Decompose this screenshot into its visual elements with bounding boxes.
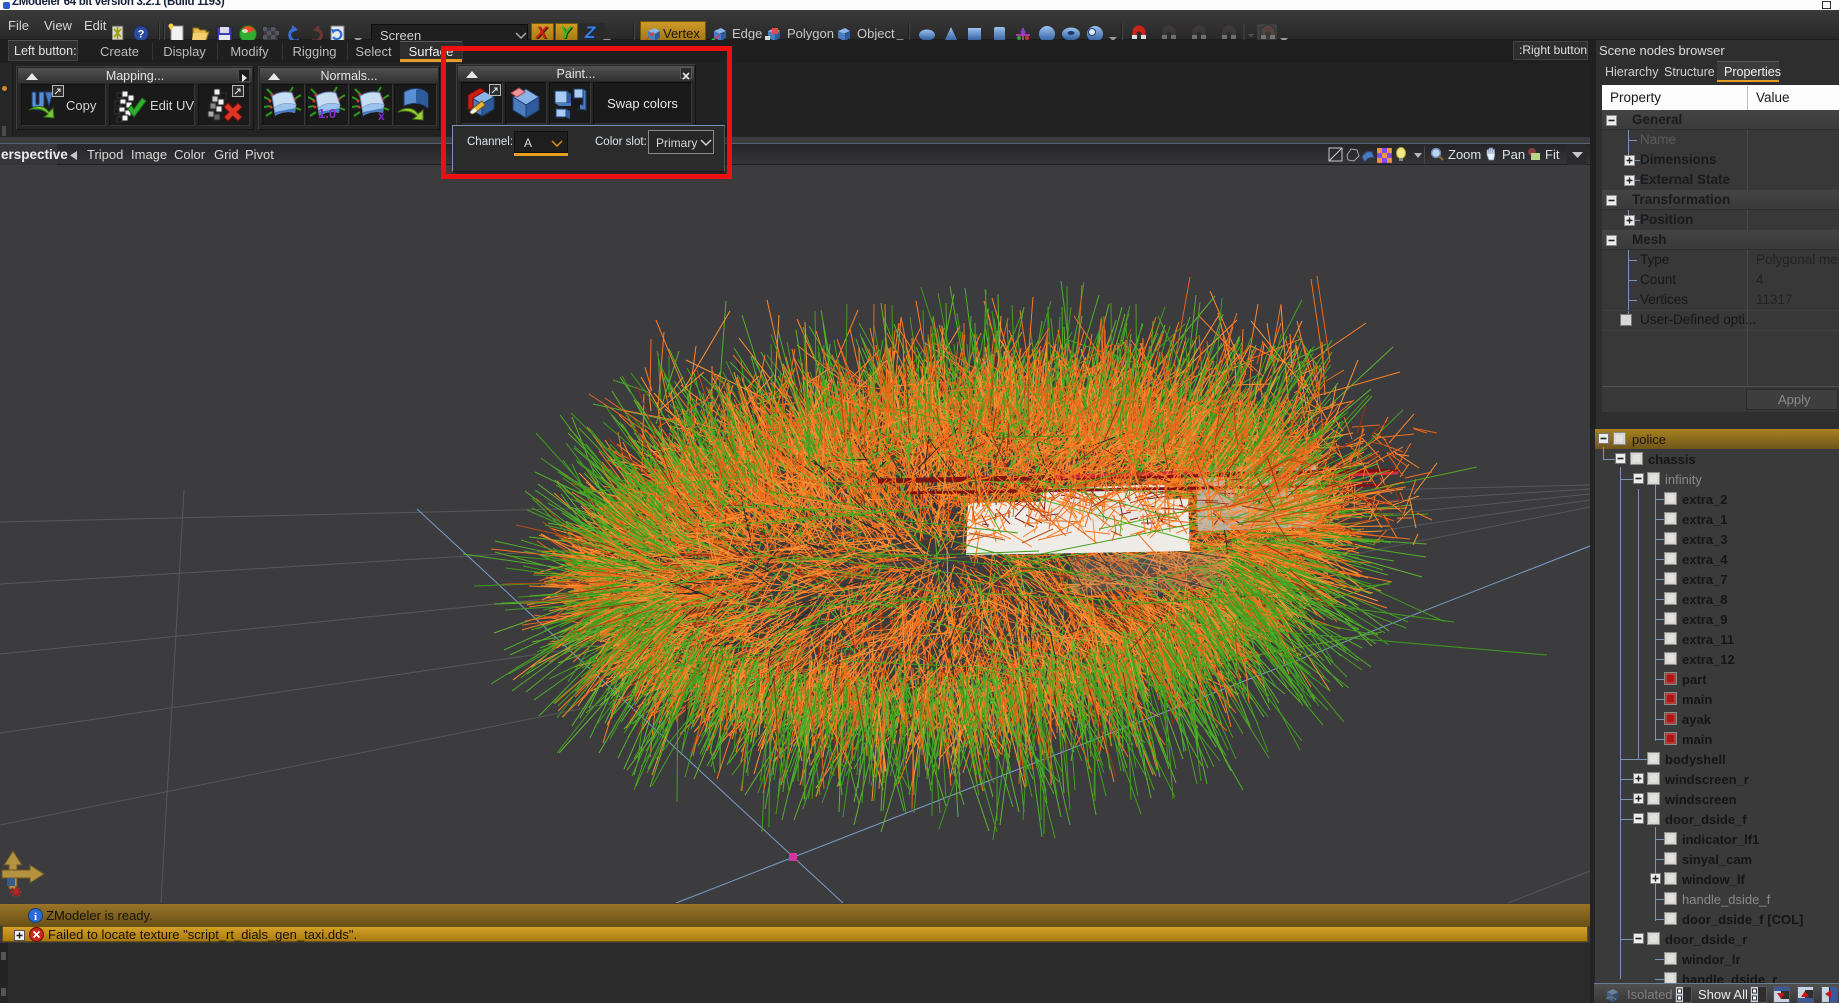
svg-text:1.0: 1.0 xyxy=(318,106,336,121)
svg-text:?: ? xyxy=(138,29,145,41)
svg-text:i: i xyxy=(34,911,37,923)
svg-text:x: x xyxy=(378,109,385,123)
